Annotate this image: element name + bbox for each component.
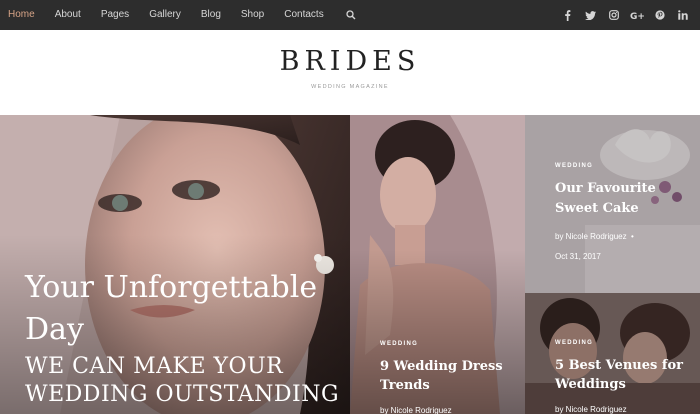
nav-item-contacts[interactable]: Contacts	[274, 0, 333, 30]
nav-item-pages[interactable]: Pages	[91, 0, 139, 30]
social-links: G+	[556, 0, 694, 30]
main-menu: Home About Pages Gallery Blog Shop Conta…	[0, 0, 366, 30]
post-category[interactable]: WEDDING	[555, 163, 593, 169]
post-title[interactable]: 5 Best Venues for Weddings	[555, 356, 695, 394]
post-category[interactable]: WEDDING	[380, 341, 418, 347]
venue-overlay	[525, 293, 700, 414]
post-card-dress-trends[interactable]: WEDDING 9 Wedding Dress Trends by Nicole…	[350, 115, 525, 414]
top-nav: Home About Pages Gallery Blog Shop Conta…	[0, 0, 700, 30]
nav-item-gallery[interactable]: Gallery	[139, 0, 191, 30]
site-tagline: WEDDING MAGAZINE	[311, 84, 389, 90]
site-header: BRIDES WEDDING MAGAZINE	[0, 30, 700, 115]
facebook-icon[interactable]	[556, 0, 579, 30]
twitter-icon[interactable]	[579, 0, 602, 30]
nav-item-home[interactable]: Home	[0, 0, 45, 30]
pinterest-icon[interactable]	[648, 0, 671, 30]
post-category[interactable]: WEDDING	[555, 340, 593, 346]
nav-item-about[interactable]: About	[45, 0, 91, 30]
hero-subtitle: WE CAN MAKE YOUR WEDDING OUTSTANDING	[25, 354, 340, 407]
hero-card[interactable]: Your Unforgettable Day WE CAN MAKE YOUR …	[0, 115, 350, 414]
search-icon[interactable]	[336, 0, 366, 30]
post-author[interactable]: by Nicole Rodriguez •	[555, 232, 634, 241]
post-title[interactable]: 9 Wedding Dress Trends	[380, 357, 520, 395]
hero-title[interactable]: Your Unforgettable Day	[25, 267, 335, 351]
site-logo[interactable]: BRIDES	[0, 46, 700, 77]
post-card-sweet-cake[interactable]: WEDDING Our Favourite Sweet Cake by Nico…	[525, 115, 700, 293]
linkedin-icon[interactable]	[671, 0, 694, 30]
google-plus-icon[interactable]: G+	[625, 0, 648, 30]
post-title[interactable]: Our Favourite Sweet Cake	[555, 179, 695, 219]
nav-item-shop[interactable]: Shop	[231, 0, 274, 30]
svg-text:G+: G+	[630, 12, 644, 20]
featured-grid: Your Unforgettable Day WE CAN MAKE YOUR …	[0, 115, 700, 414]
post-card-best-venues[interactable]: WEDDING 5 Best Venues for Weddings by Ni…	[525, 293, 700, 414]
post-author[interactable]: by Nicole Rodriguez	[555, 405, 627, 414]
instagram-icon[interactable]	[602, 0, 625, 30]
post-date: Oct 31, 2017	[555, 252, 601, 261]
nav-item-blog[interactable]: Blog	[191, 0, 231, 30]
post-author[interactable]: by Nicole Rodriguez	[380, 406, 452, 414]
